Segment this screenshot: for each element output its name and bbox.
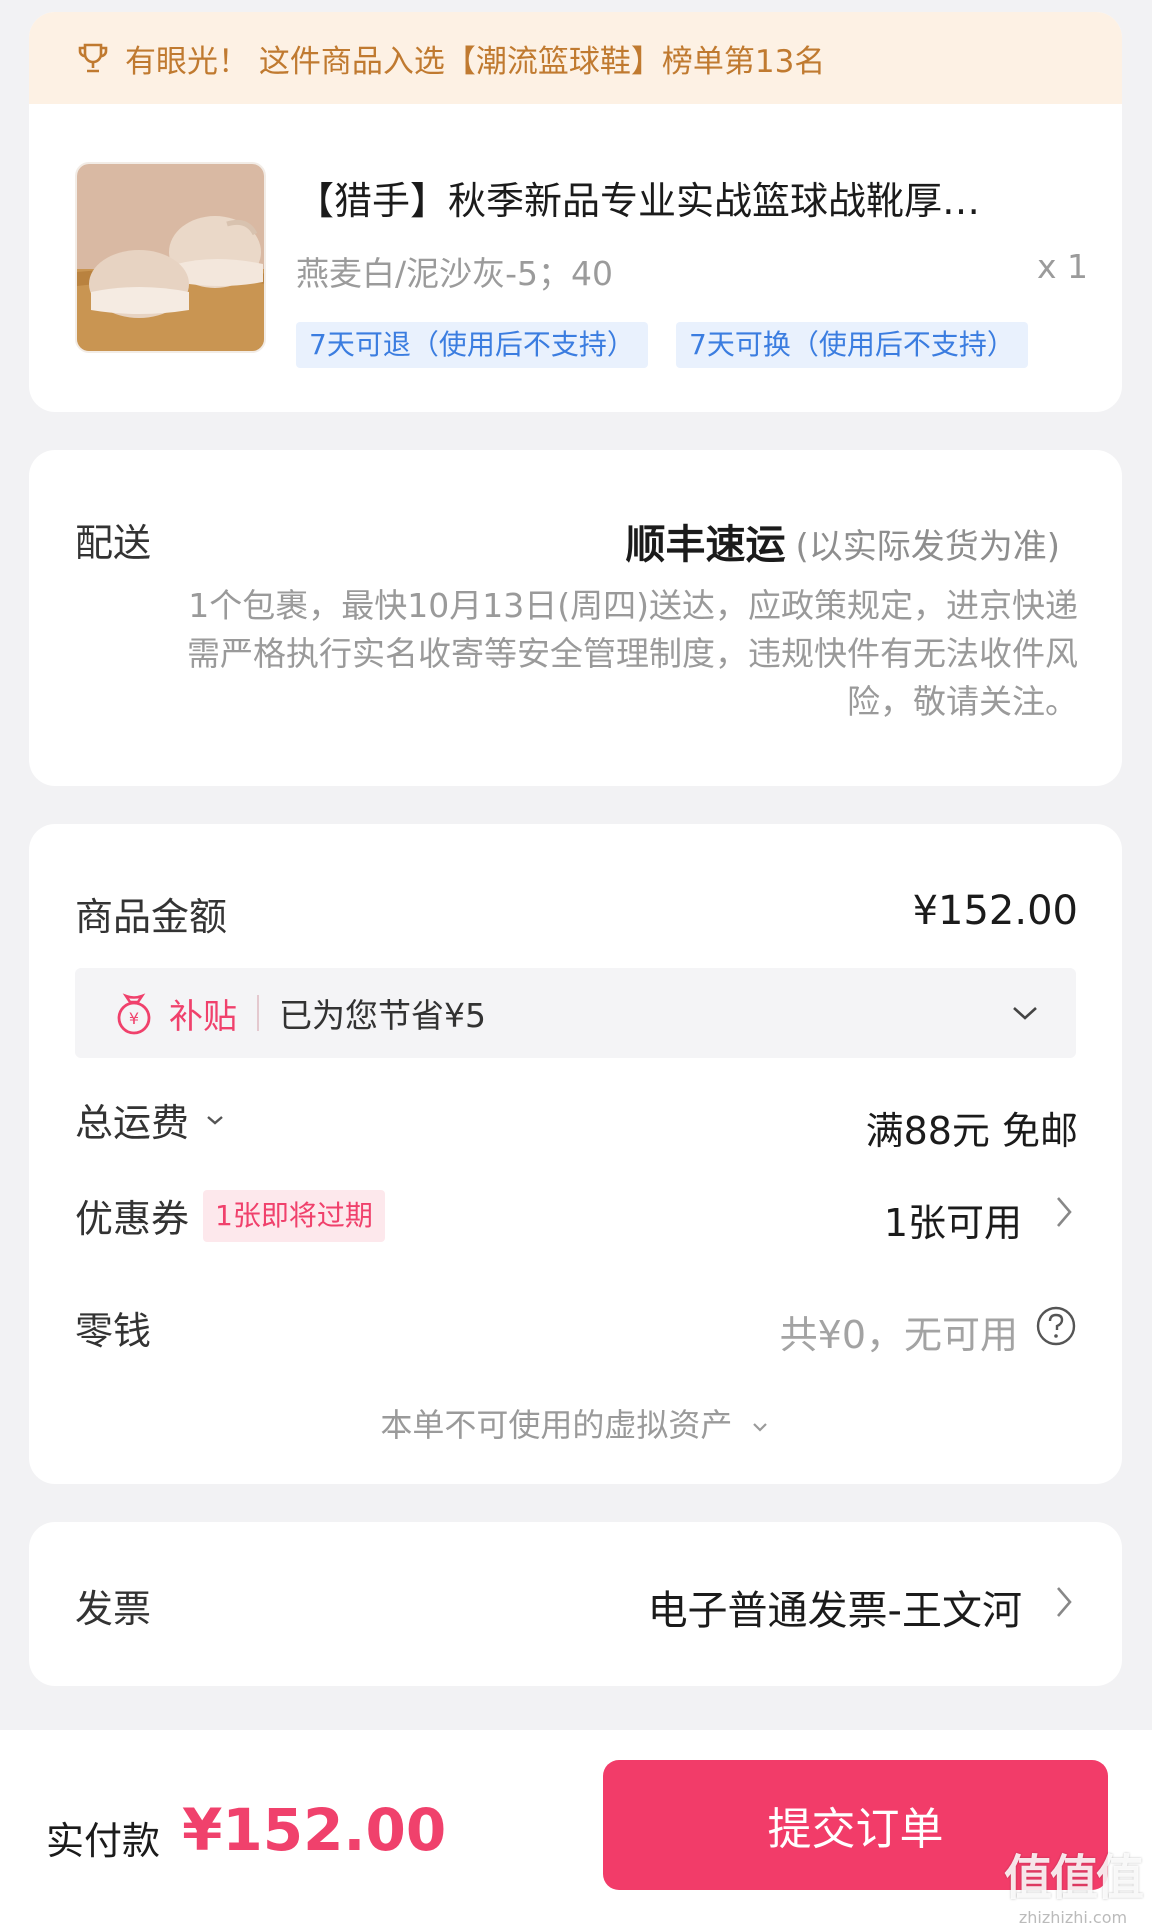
virtual-assets-text: 本单不可使用的虚拟资产 [380,1406,733,1444]
coupon-label: 优惠券 [75,1197,190,1241]
pay-label: 实付款 [46,1819,161,1863]
coupon-expiry-badge: 1张即将过期 [203,1189,385,1242]
delivery-method[interactable]: 顺丰速运 (以实际发货为准) [625,512,1060,570]
chevron-right-icon[interactable] [1050,1192,1078,1232]
product-quantity: x 1 [1036,247,1088,286]
shipping-fee-value: 满88元 免邮 [865,1109,1078,1153]
money-bag-icon: ¥ [117,993,151,1035]
delivery-method-note: (以实际发货为准) [795,527,1060,567]
sneaker-image [77,164,264,351]
goods-amount-label: 商品金额 [75,895,228,939]
subsidy-row[interactable]: ¥ 补贴 已为您节省¥5 [75,968,1076,1058]
delivery-description: 1个包裹，最快10月13日(周四)送达，应政策规定，进京快递需严格执行实名收寄等… [187,586,1078,721]
delivery-card: 配送 顺丰速运 (以实际发货为准) 1个包裹，最快10月13日(周四)送达，应政策… [29,450,1122,786]
subsidy-divider [257,995,259,1031]
delivery-label: 配送 [75,521,152,565]
chevron-right-icon[interactable] [1050,1582,1078,1622]
delivery-method-name: 顺丰速运 [625,522,786,568]
change-label: 零钱 [75,1309,152,1353]
watermark: 值值值 zhizhizhi.com [1003,1838,1144,1924]
svg-text:¥: ¥ [129,1009,139,1028]
chevron-down-icon[interactable] [1008,996,1042,1030]
shipping-fee-text: 总运费 [75,1101,190,1145]
watermark-url: zhizhizhi.com [1018,1908,1128,1924]
watermark-logo-text: 值值值 [1003,1850,1144,1906]
return-policy-tag: 7天可退（使用后不支持） [296,322,648,368]
trophy-icon [78,43,108,73]
chevron-down-icon [752,1423,767,1432]
invoice-label: 发票 [75,1587,152,1631]
exchange-policy-tag: 7天可换（使用后不支持） [676,322,1028,368]
pay-amount: ¥152.00 [182,1796,447,1864]
shipping-fee-label[interactable]: 总运费 [75,1092,227,1147]
bottom-bar: 实付款 ¥152.00 提交订单 [0,1730,1152,1924]
goods-amount-value: ¥152.00 [912,888,1078,934]
invoice-card[interactable]: 发票 电子普通发票-王文河 [29,1522,1122,1686]
coupon-value[interactable]: 1张可用 [884,1192,1022,1247]
banner-text: 有眼光！ 这件商品入选【潮流篮球鞋】榜单第13名 [125,43,826,80]
subsidy-label: 补贴 [169,996,237,1037]
product-card: 有眼光！ 这件商品入选【潮流篮球鞋】榜单第13名 【猎手】秋季新品专业实战篮球战… [29,12,1122,412]
virtual-assets-toggle[interactable]: 本单不可使用的虚拟资产 [29,1400,1122,1446]
product-sku: 燕麦白/泥沙灰-5；40 [296,254,614,293]
product-title[interactable]: 【猎手】秋季新品专业实战篮球战靴厚… [296,170,1086,225]
ranking-banner[interactable]: 有眼光！ 这件商品入选【潮流篮球鞋】榜单第13名 [29,12,1122,104]
price-card: 商品金额 ¥152.00 ¥ 补贴 已为您节省¥5 总运费 满88元 免邮 优惠… [29,824,1122,1484]
subsidy-text: 已为您节省¥5 [279,996,486,1035]
coupon-label-group: 优惠券 1张即将过期 [75,1188,385,1243]
change-value: 共¥0，无可用 [779,1313,1018,1357]
product-image[interactable] [75,162,266,353]
chevron-down-icon [207,1115,223,1125]
invoice-value[interactable]: 电子普通发票-王文河 [648,1578,1022,1636]
help-icon[interactable] [1034,1304,1078,1348]
